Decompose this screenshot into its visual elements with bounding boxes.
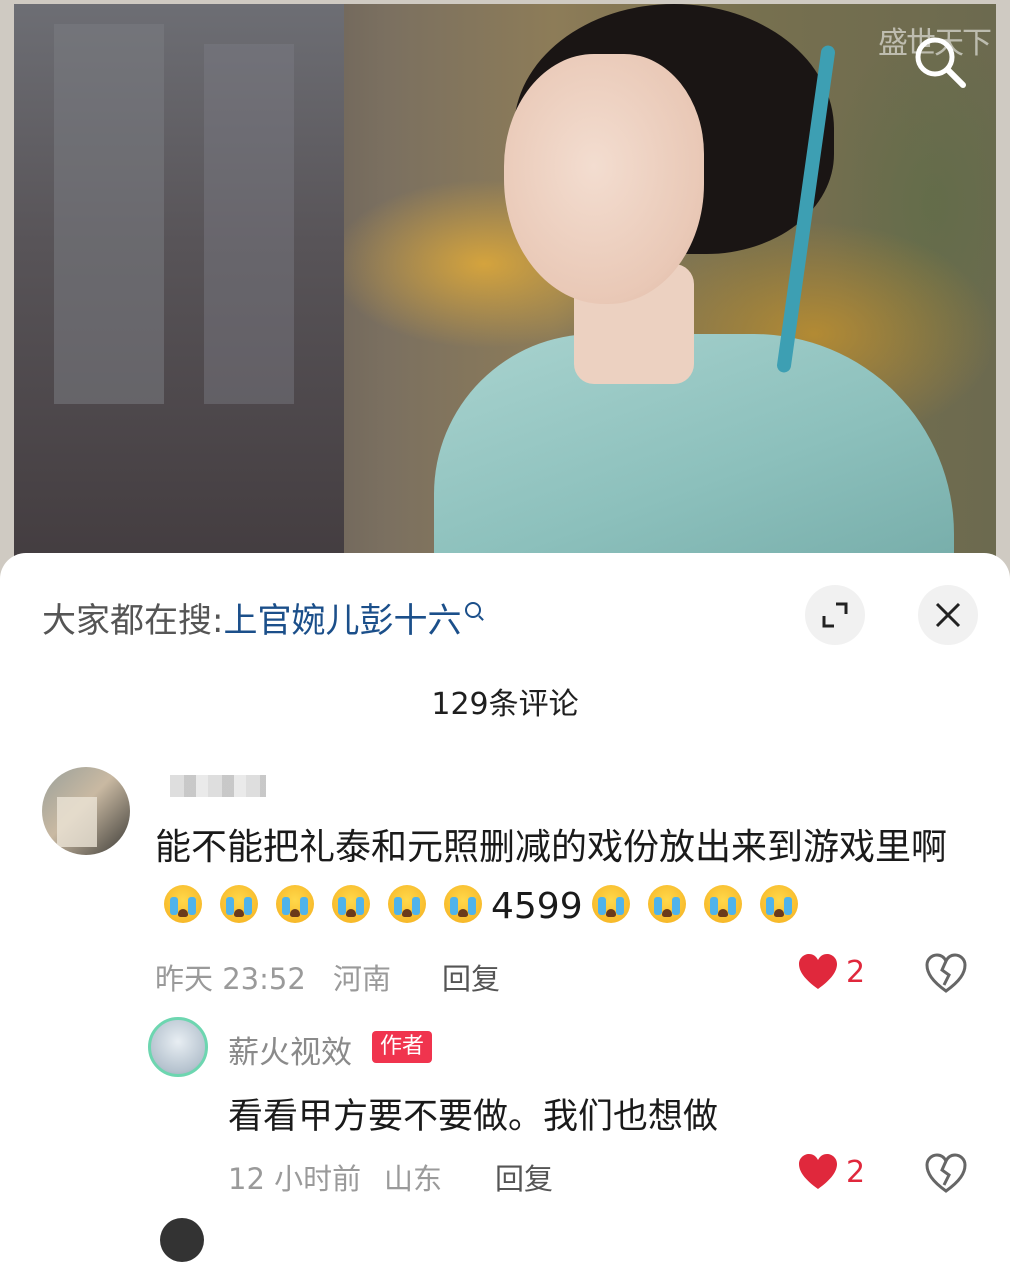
next-comment-avatar[interactable] xyxy=(160,1218,204,1262)
search-icon xyxy=(915,37,966,88)
author-badge: 作者 xyxy=(372,1031,433,1063)
reply-avatar[interactable] xyxy=(148,1017,208,1077)
crying-emoji-icon xyxy=(332,885,370,923)
comment-text: 能不能把礼泰和元照删减的戏份放出来到游戏里啊 4599 xyxy=(155,818,975,936)
dislike-button[interactable] xyxy=(924,952,968,996)
reply-username[interactable]: 薪火视效 xyxy=(228,1027,352,1072)
broken-heart-icon xyxy=(925,953,967,993)
comment-time: 昨天 23:52 xyxy=(155,962,306,996)
crying-emoji-icon xyxy=(591,885,630,923)
crying-emoji-icon xyxy=(759,885,798,923)
like-count: 2 xyxy=(846,954,866,990)
comment-location: 河南 xyxy=(333,962,392,996)
trending-search-prefix: 大家都在搜: xyxy=(42,601,224,641)
search-button[interactable] xyxy=(908,30,972,94)
reply-dislike-button[interactable] xyxy=(924,1152,968,1196)
reply-like-count: 2 xyxy=(846,1154,866,1190)
reply-time: 12 小时前 xyxy=(228,1162,362,1196)
close-icon xyxy=(935,602,961,628)
reply-like-button[interactable]: 2 xyxy=(798,1153,865,1191)
username-blurred[interactable] xyxy=(170,775,266,797)
avatar[interactable] xyxy=(42,767,130,855)
crying-emoji-icon xyxy=(276,885,314,923)
video-frame[interactable]: 盛世天下 xyxy=(0,0,1010,600)
expand-icon xyxy=(822,602,848,628)
reply-button[interactable]: 回复 xyxy=(442,956,500,998)
figure-face xyxy=(504,54,704,304)
video-still xyxy=(14,4,996,600)
comment-sheet: 大家都在搜:上官婉儿彭十六 129条评论 能不能把礼泰和元照删减的戏份放出来到游… xyxy=(0,553,1010,1262)
comment-count: 129条评论 xyxy=(431,687,579,722)
broken-heart-icon xyxy=(925,1153,967,1193)
reply-location: 山东 xyxy=(384,1162,443,1196)
crying-emoji-icon xyxy=(388,885,426,923)
trending-search[interactable]: 大家都在搜:上官婉儿彭十六 xyxy=(42,593,482,642)
reply-text: 看看甲方要不要做。我们也想做 xyxy=(228,1097,719,1137)
heart-icon xyxy=(799,954,837,989)
crying-emoji-icon xyxy=(647,885,686,923)
reply-reply-button[interactable]: 回复 xyxy=(495,1156,553,1198)
comment-text-number: 4599 xyxy=(491,886,583,927)
expand-button[interactable] xyxy=(805,585,865,645)
like-button[interactable]: 2 xyxy=(798,953,865,991)
background-window xyxy=(14,4,344,600)
crying-emoji-icon xyxy=(220,885,258,923)
close-button[interactable] xyxy=(918,585,978,645)
crying-emoji-icon xyxy=(444,885,482,923)
crying-emoji-icon xyxy=(164,885,202,923)
trending-search-keyword[interactable]: 上官婉儿彭十六 xyxy=(223,601,461,641)
crying-emoji-icon xyxy=(703,885,742,923)
heart-icon xyxy=(799,1154,837,1189)
small-search-icon xyxy=(465,602,482,618)
comment-text-body: 能不能把礼泰和元照删减的戏份放出来到游戏里啊 xyxy=(155,827,948,868)
